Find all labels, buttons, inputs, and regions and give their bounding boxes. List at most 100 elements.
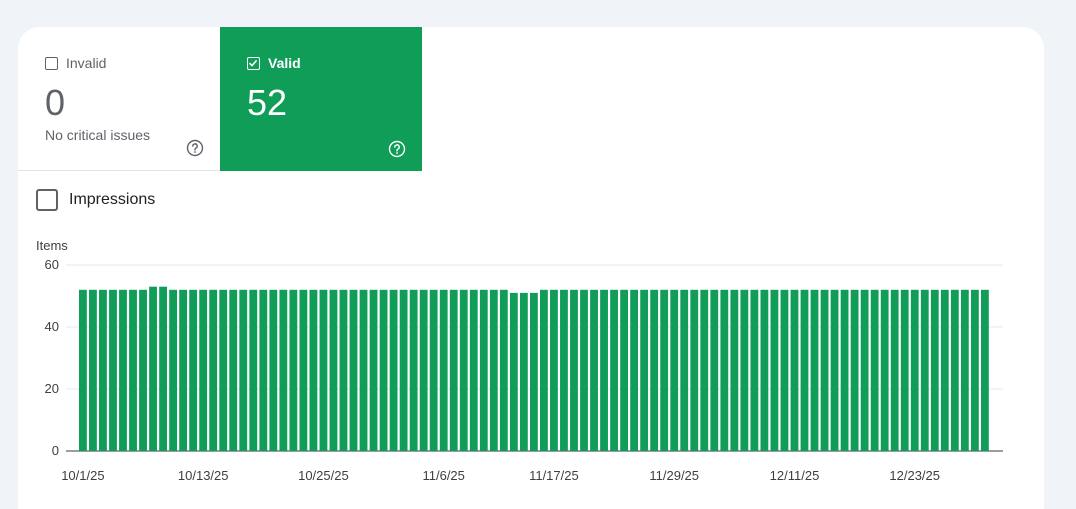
bar[interactable]	[730, 289, 739, 451]
bar[interactable]	[189, 289, 198, 451]
bar[interactable]	[159, 286, 167, 451]
bar[interactable]	[419, 289, 428, 451]
bar[interactable]	[770, 289, 779, 451]
bar[interactable]	[710, 289, 719, 451]
bar[interactable]	[940, 289, 949, 451]
bar[interactable]	[199, 289, 208, 451]
invalid-tile[interactable]: Invalid 0 No critical issues	[18, 27, 220, 171]
bar[interactable]	[960, 289, 969, 451]
bar[interactable]	[840, 289, 849, 451]
bar[interactable]	[570, 289, 578, 451]
help-icon[interactable]	[388, 140, 406, 158]
bar[interactable]	[389, 289, 398, 451]
bar[interactable]	[379, 289, 388, 451]
bar[interactable]	[890, 289, 899, 451]
bar[interactable]	[139, 289, 147, 451]
bar[interactable]	[820, 289, 829, 451]
bar[interactable]	[760, 289, 769, 451]
bar[interactable]	[550, 289, 558, 451]
bar[interactable]	[179, 289, 188, 451]
bar[interactable]	[89, 289, 97, 451]
bar[interactable]	[930, 289, 939, 451]
bar[interactable]	[259, 289, 268, 451]
bar[interactable]	[580, 289, 588, 451]
bar[interactable]	[119, 289, 127, 451]
valid-tile[interactable]: Valid 52	[220, 27, 422, 171]
bar[interactable]	[309, 289, 318, 451]
bar[interactable]	[880, 289, 889, 451]
bar[interactable]	[399, 289, 408, 451]
bar[interactable]	[249, 289, 258, 451]
bar[interactable]	[499, 289, 508, 451]
bar[interactable]	[449, 289, 458, 451]
bar[interactable]	[720, 289, 729, 451]
bar[interactable]	[590, 289, 598, 451]
bar[interactable]	[970, 289, 979, 451]
help-icon[interactable]	[186, 139, 204, 157]
bar[interactable]	[750, 289, 759, 451]
bar[interactable]	[920, 289, 929, 451]
bar[interactable]	[560, 289, 568, 451]
bar[interactable]	[229, 289, 238, 451]
valid-checkbox[interactable]	[247, 56, 260, 70]
bar[interactable]	[850, 289, 859, 451]
bar[interactable]	[950, 289, 959, 451]
bar[interactable]	[910, 289, 919, 451]
bar[interactable]	[800, 289, 809, 451]
bar[interactable]	[219, 289, 228, 451]
bar[interactable]	[439, 289, 448, 451]
bar[interactable]	[810, 289, 819, 451]
impressions-toggle[interactable]: Impressions	[36, 189, 155, 211]
bar[interactable]	[459, 289, 468, 451]
bar[interactable]	[670, 289, 679, 451]
bar[interactable]	[690, 289, 699, 451]
bar[interactable]	[650, 289, 659, 451]
bar[interactable]	[900, 289, 909, 451]
bar[interactable]	[279, 289, 288, 451]
bar[interactable]	[830, 289, 839, 451]
bar[interactable]	[149, 286, 157, 451]
bar[interactable]	[239, 289, 248, 451]
bar[interactable]	[469, 289, 478, 451]
bar[interactable]	[349, 289, 358, 451]
bar[interactable]	[319, 289, 328, 451]
bar[interactable]	[79, 289, 87, 451]
bar[interactable]	[660, 289, 669, 451]
bar[interactable]	[209, 289, 218, 451]
bar[interactable]	[269, 289, 278, 451]
bar[interactable]	[479, 289, 488, 451]
bar[interactable]	[610, 289, 618, 451]
impressions-checkbox[interactable]	[36, 189, 58, 211]
bar[interactable]	[980, 289, 989, 451]
bar[interactable]	[409, 289, 418, 451]
bar[interactable]	[790, 289, 799, 451]
bar[interactable]	[700, 289, 709, 451]
bar[interactable]	[169, 289, 178, 451]
bar[interactable]	[630, 289, 639, 451]
bar[interactable]	[329, 289, 338, 451]
invalid-checkbox[interactable]	[45, 56, 58, 70]
bar[interactable]	[870, 289, 879, 451]
bar[interactable]	[299, 289, 308, 451]
bar[interactable]	[289, 289, 298, 451]
bar[interactable]	[109, 289, 117, 451]
bar[interactable]	[129, 289, 137, 451]
bar[interactable]	[740, 289, 749, 451]
bar[interactable]	[489, 289, 498, 451]
bar[interactable]	[359, 289, 368, 451]
bar[interactable]	[680, 289, 689, 451]
bar[interactable]	[540, 289, 548, 451]
bar[interactable]	[640, 289, 649, 451]
bar[interactable]	[620, 289, 629, 451]
bar[interactable]	[600, 289, 608, 451]
y-ticks: 0 20 40 60	[45, 257, 59, 458]
bar[interactable]	[509, 292, 518, 451]
bar[interactable]	[529, 292, 538, 451]
bar[interactable]	[339, 289, 348, 451]
bar[interactable]	[99, 289, 107, 451]
bar[interactable]	[780, 289, 789, 451]
bar[interactable]	[519, 292, 528, 451]
bar[interactable]	[429, 289, 438, 451]
bar[interactable]	[369, 289, 378, 451]
bar[interactable]	[860, 289, 869, 451]
